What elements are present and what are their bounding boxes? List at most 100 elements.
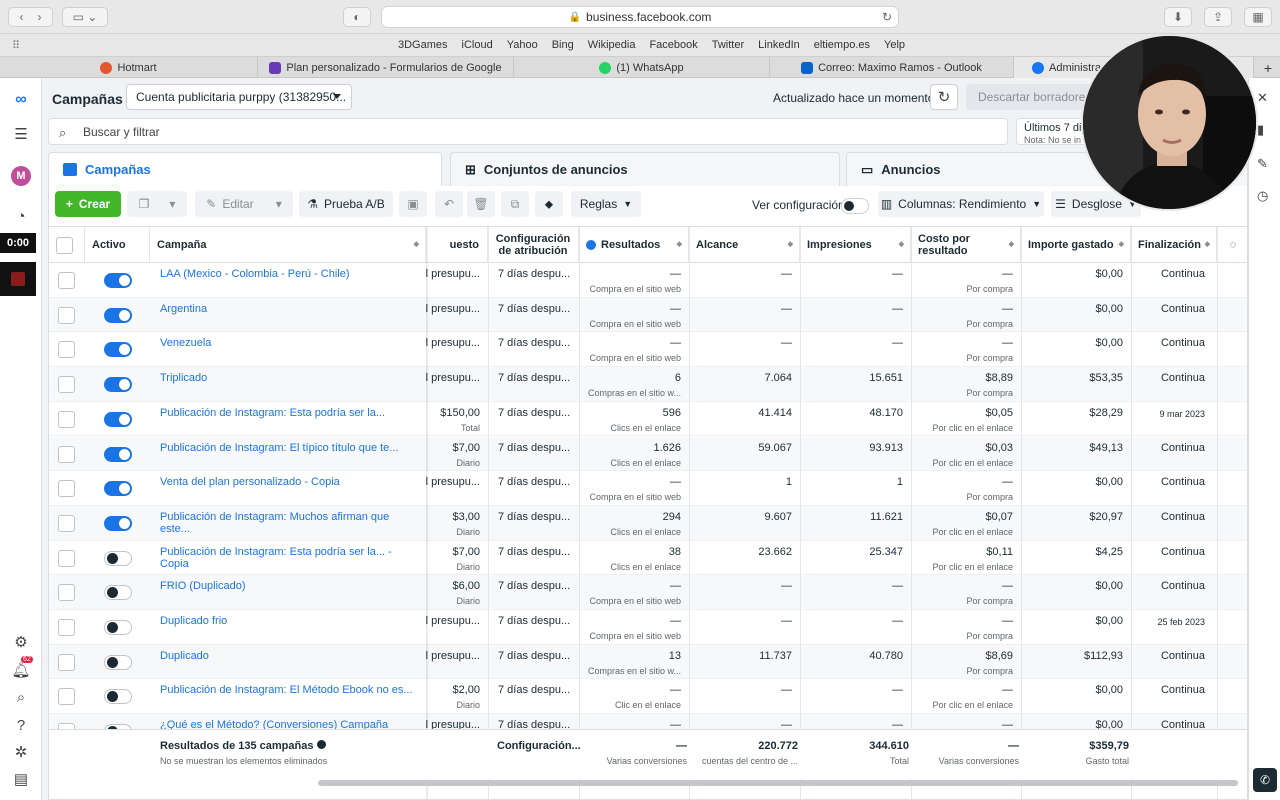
row-checkbox[interactable] [58,410,75,428]
tab-overview-button[interactable]: ▦ [1244,7,1272,27]
campaign-name-link[interactable]: Duplicado frio [160,615,415,627]
campaign-name-link[interactable]: Argentina [160,303,415,315]
table-row[interactable]: Argentina el presupu... 7 días despu... — Co… [49,297,1247,333]
campaign-name-link[interactable]: Publicación de Instagram: El típico títu… [160,442,415,454]
row-checkbox[interactable] [58,549,75,567]
duplicate-button[interactable]: ❐ ▾ [127,191,187,217]
table-row[interactable]: LAA (Mexico - Colombia - Perú - Chile) el… [49,263,1247,298]
row-checkbox[interactable] [58,376,75,394]
campaign-name-link[interactable]: Duplicado [160,650,415,662]
favorite-link[interactable]: LinkedIn [758,39,800,51]
favorite-link[interactable]: Facebook [649,39,697,51]
row-checkbox[interactable] [58,306,75,324]
preview-button[interactable]: ⧉ [501,191,529,217]
campaign-name-link[interactable]: Publicación de Instagram: El Método Eboo… [160,684,415,696]
campaign-toggle[interactable] [104,273,132,288]
table-row[interactable]: Publicación de Instagram: Muchos afirman… [49,505,1247,541]
campaign-name-link[interactable]: Publicación de Instagram: Esta podría se… [160,546,415,570]
campaign-name-link[interactable]: Publicación de Instagram: Muchos afirman… [160,511,415,535]
history-clock-icon[interactable]: ◷ [1257,188,1268,204]
delete-button[interactable]: 🗑︎ [467,191,495,217]
campaign-toggle[interactable] [104,377,132,393]
select-all-checkbox[interactable] [56,236,73,254]
refresh-button[interactable]: ↻ [930,84,958,110]
col-reach[interactable]: Alcance ◆ [689,227,800,263]
tab-ad-sets[interactable]: ⊞ Conjuntos de anuncios [450,152,840,186]
phone-icon[interactable]: ✆ [1253,768,1277,792]
table-row[interactable]: Duplicado el presupu... 7 días despu... 13 C… [49,644,1247,680]
campaign-toggle[interactable] [104,411,132,427]
row-checkbox[interactable] [58,480,75,498]
favorite-link[interactable]: eltiempo.es [814,39,870,51]
col-campaign[interactable]: Campaña ◆ [150,227,426,263]
notifications-bell-icon[interactable]: 🔔︎ 62 [11,656,33,680]
row-checkbox[interactable] [58,688,75,706]
edit-pencil-icon[interactable]: ✎ [1257,156,1268,172]
table-row[interactable]: Triplicado el presupu... 7 días despu... 6 C… [49,367,1247,402]
browser-tab[interactable]: Hotmart [0,57,258,78]
row-checkbox[interactable] [58,584,75,602]
table-row[interactable]: Venezuela el presupu... 7 días despu... — Co… [49,332,1247,368]
column-settings-icon[interactable]: ◌ [1217,227,1247,263]
undo-button[interactable]: ↶ [435,191,463,217]
campaign-toggle[interactable] [104,446,132,462]
close-icon[interactable]: ✕ [1257,90,1268,106]
campaign-name-link[interactable]: Triplicado [160,372,415,384]
create-button[interactable]: + Crear [55,191,121,217]
reports-icon[interactable]: ▤ [11,769,31,789]
view-config-toggle[interactable] [841,198,869,214]
favorite-link[interactable]: Wikipedia [588,39,636,51]
meta-logo-icon[interactable]: ∞ [11,90,31,110]
campaign-name-link[interactable]: LAA (Mexico - Colombia - Perú - Chile) [160,268,415,280]
campaign-name-link[interactable]: Venta del plan personalizado - Copia [160,476,415,488]
favorite-link[interactable]: Bing [552,39,574,51]
campaign-toggle[interactable] [104,481,132,497]
campaign-toggle[interactable] [104,550,132,566]
table-row[interactable]: Publicación de Instagram: El típico títu… [49,436,1247,472]
forward-icon[interactable]: › [38,10,42,24]
tag-button[interactable]: ⬥ [535,191,563,217]
table-row[interactable]: Duplicado frio el presupu... 7 días despu.… [49,610,1247,645]
new-tab-button[interactable]: + [1256,57,1280,78]
ab-test-button[interactable]: ⚗ Prueba A/B [299,191,393,217]
row-checkbox[interactable] [58,272,75,289]
browser-tab[interactable]: Correo: Maximo Ramos - Outlook [770,57,1014,78]
campaign-toggle[interactable] [104,654,132,670]
stop-recording-button[interactable] [0,262,36,296]
campaign-name-link[interactable]: Publicación de Instagram: Esta podría se… [160,407,415,419]
rules-dropdown[interactable]: Reglas ▼ [571,191,641,217]
help-icon[interactable]: ? [11,715,31,735]
col-end[interactable]: Finalización ◆ [1131,227,1217,263]
search-icon[interactable]: ⌕ [11,687,31,707]
campaign-toggle[interactable] [104,307,132,323]
sidebar-toggle-button[interactable]: ▭ ⌄ [62,7,108,27]
table-row[interactable]: Publicación de Instagram: Esta podría se… [49,541,1247,576]
col-impressions[interactable]: Impresiones ◆ [800,227,911,263]
columns-dropdown[interactable]: ▥ Columnas: Rendimiento ▼ [878,191,1044,217]
col-amount-spent[interactable]: Importe gastado ◆ [1021,227,1131,263]
favorite-link[interactable]: iCloud [462,39,493,51]
clipboard-button[interactable]: ▣ [399,191,427,217]
back-icon[interactable]: ‹ [20,10,24,24]
favorite-link[interactable]: Yahoo [507,39,538,51]
row-checkbox[interactable] [58,514,75,532]
share-button[interactable]: ⇪ [1204,7,1232,27]
browser-tab[interactable]: (1) WhatsApp [514,57,770,78]
col-budget[interactable]: uesto [426,227,488,263]
campaign-toggle[interactable] [104,620,132,635]
favorite-link[interactable]: 3DGames [398,39,448,51]
col-attribution[interactable]: Configuración de atribución [488,227,579,263]
avatar[interactable]: M [11,166,31,186]
search-filter-bar[interactable]: ⌕ Buscar y filtrar [48,118,1008,145]
apps-grid-icon[interactable]: ⠿ [12,39,20,52]
table-row[interactable]: Publicación de Instagram: El Método Eboo… [49,679,1247,715]
ad-account-selector[interactable]: Cuenta publicitaria purppy (31382950... [126,84,352,110]
tab-campaigns[interactable]: Campañas [48,152,442,186]
col-results[interactable]: Resultados ◆ [579,227,689,263]
privacy-report-button[interactable]: ◐ [343,7,371,27]
row-checkbox[interactable] [58,619,75,636]
favorite-link[interactable]: Twitter [712,39,744,51]
back-forward-buttons[interactable]: ‹ › [8,7,53,27]
address-bar[interactable]: 🔒 business.facebook.com ↻ [381,6,899,28]
dashboard-gauge-icon[interactable]: ◔ [11,206,31,226]
